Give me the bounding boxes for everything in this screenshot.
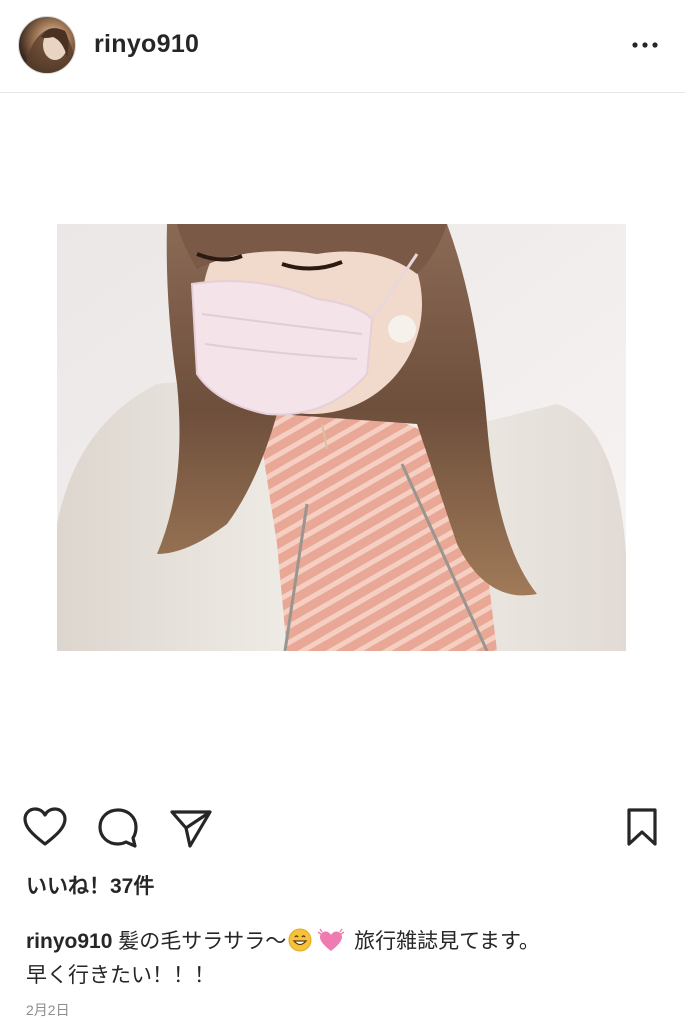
growing-heart-emoji [317, 928, 345, 951]
post-timestamp: 2月2日 [26, 1002, 70, 1018]
likes-count[interactable]: いいね！37件 [26, 870, 154, 900]
post-photo [57, 224, 626, 651]
caption-text-part1: 髪の毛サラサラ〜 [112, 930, 287, 953]
photo-illustration [57, 224, 626, 651]
avatar-image [24, 28, 75, 73]
caption-text-line2: 早く行きたい！！！ [26, 964, 215, 987]
header-username[interactable]: rinyo910 [94, 30, 199, 59]
caption-username[interactable]: rinyo910 [26, 930, 112, 953]
profile-avatar[interactable] [18, 16, 76, 74]
action-bar [0, 800, 685, 856]
more-options-icon[interactable] [630, 36, 660, 54]
bookmark-icon[interactable] [625, 806, 659, 848]
caption: rinyo910 髪の毛サラサラ〜 旅行雑誌見てます。 早く行きたい！！！ [26, 925, 656, 993]
post-media[interactable] [0, 93, 685, 793]
heart-icon[interactable] [22, 806, 68, 848]
caption-text-part2: 旅行雑誌見てます。 [348, 930, 540, 953]
grinning-face-emoji [288, 928, 312, 952]
paper-plane-icon[interactable] [168, 806, 214, 850]
post-header: rinyo910 [0, 0, 685, 93]
comment-bubble-icon[interactable] [96, 806, 140, 850]
